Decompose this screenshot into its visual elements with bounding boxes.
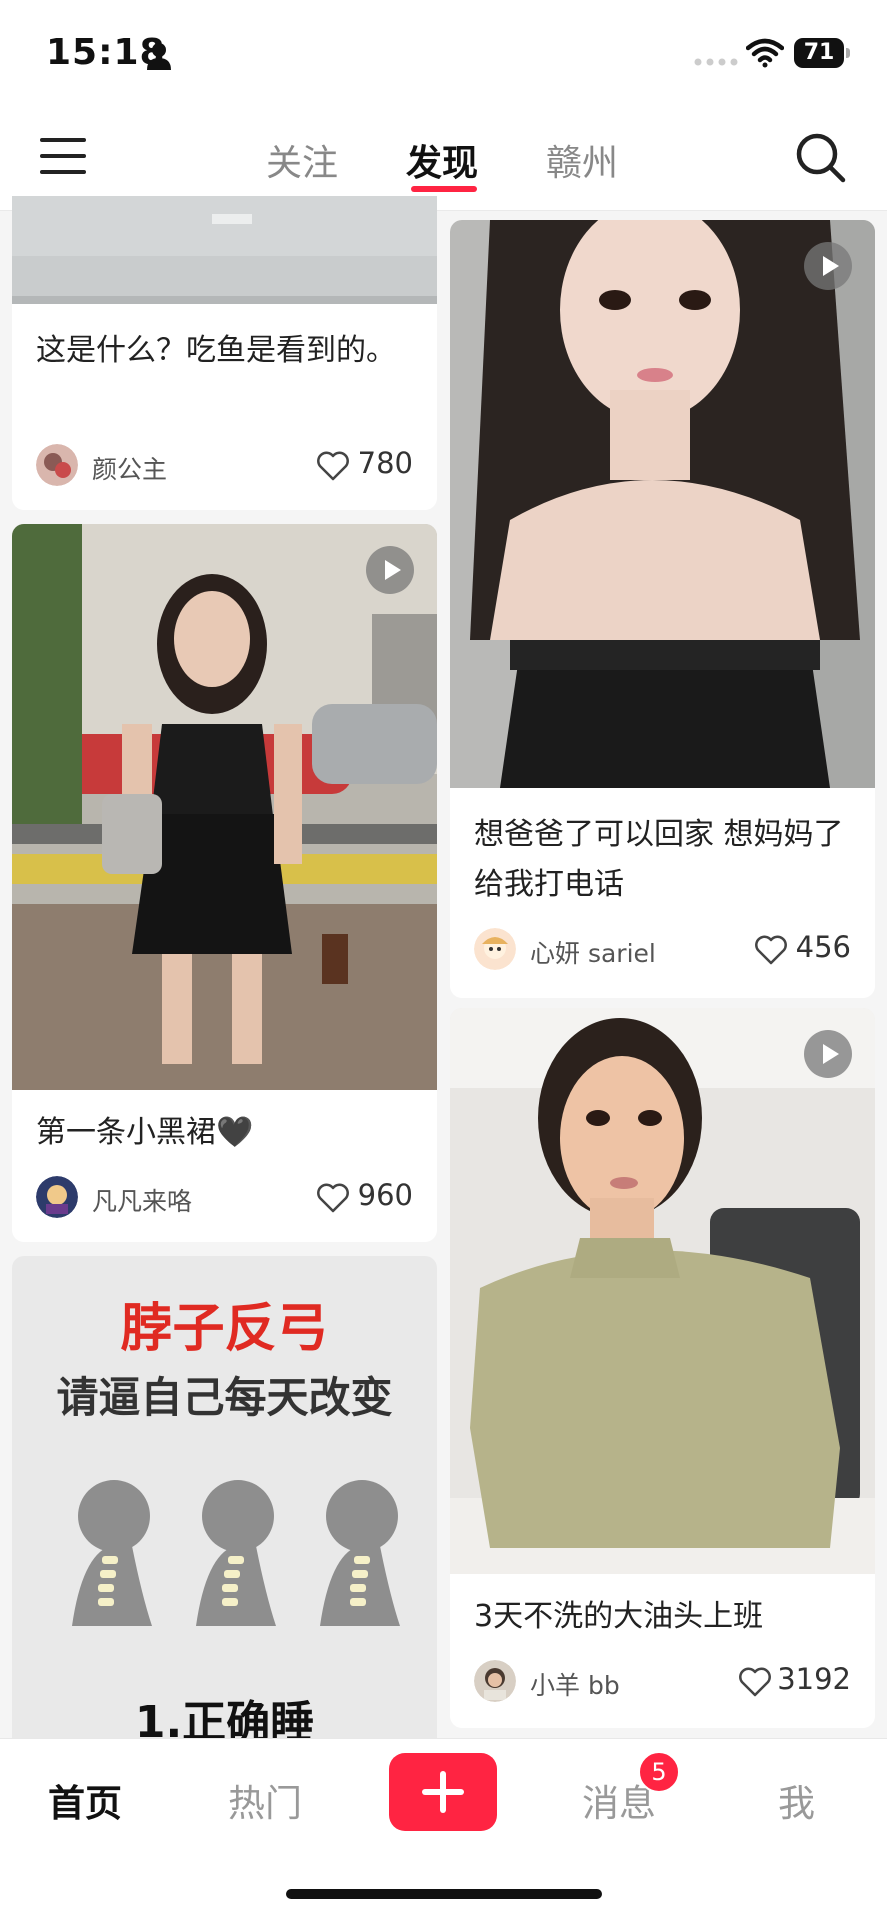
person-icon [147,43,171,70]
feed-card[interactable]: 第一条小黑裙🖤 凡凡来咯 960 [12,524,437,1242]
active-tab-indicator [411,186,477,192]
search-icon[interactable] [795,132,847,184]
like-count: 456 [795,930,851,964]
heart-icon[interactable] [317,451,349,481]
author-name[interactable]: 小羊 bb [530,1666,620,1702]
post-footer: 心妍 sariel 456 [474,928,851,972]
post-title: 3天不洗的大油头上班 [474,1599,764,1634]
create-post-button[interactable] [389,1753,497,1831]
post-title: 这是什么？吃鱼是看到的。 [36,333,396,368]
status-bar: 15:18 71 [0,0,887,110]
image-subheadline: 请逼自己每天改变 [56,1373,393,1422]
feed-card[interactable]: 想爸爸了可以回家 想妈妈了给我打电话 心妍 sariel 456 [450,220,875,998]
wifi-icon [746,38,784,68]
home-indicator [286,1889,602,1899]
battery-tip [846,48,850,58]
post-title: 想爸爸了可以回家 想妈妈了给我打电话 [474,817,844,902]
feed-card[interactable]: 这是什么？吃鱼是看到的。 颜公主 780 [12,196,437,510]
neck-posture-illustration [72,1480,400,1626]
post-footer: 小羊 bb 3192 [474,1660,851,1704]
tab-local[interactable]: 赣州 [546,134,618,186]
avatar[interactable] [474,1660,516,1702]
avatar[interactable] [36,1176,78,1218]
tab-hot[interactable]: 热门 [228,1773,302,1827]
tab-following[interactable]: 关注 [266,134,338,186]
post-title: 第一条小黑裙🖤 [36,1115,254,1150]
tab-home[interactable]: 首页 [48,1773,122,1827]
avatar[interactable] [474,928,516,970]
battery-level: 71 [803,40,835,65]
like-count: 780 [357,446,413,480]
tab-discover[interactable]: 发现 [406,134,478,186]
author-name[interactable]: 凡凡来咯 [92,1182,192,1218]
heart-icon[interactable] [317,1183,349,1213]
author-name[interactable]: 心妍 sariel [530,934,656,970]
post-image [12,196,437,304]
signal-icon [694,58,738,66]
messages-badge: 5 [638,1751,680,1793]
video-play-icon [804,242,852,290]
post-image [450,220,875,788]
feed-card[interactable]: 3天不洗的大油头上班 小羊 bb 3192 [450,1008,875,1728]
author-name[interactable]: 颜公主 [92,450,167,486]
post-footer: 凡凡来咯 960 [36,1176,413,1220]
like-count: 3192 [777,1662,851,1696]
heart-icon[interactable] [755,935,787,965]
image-headline: 脖子反弓 [120,1299,329,1359]
video-play-icon [804,1030,852,1078]
tab-me[interactable]: 我 [778,1773,815,1827]
battery-indicator: 71 [794,38,844,68]
menu-icon[interactable] [40,136,86,176]
post-footer: 颜公主 780 [36,444,413,488]
post-image [12,524,437,1090]
video-play-icon [366,546,414,594]
bottom-tab-bar: 首页 热门 消息 5 我 [0,1738,887,1921]
like-count: 960 [357,1178,413,1212]
avatar[interactable] [36,444,78,486]
heart-icon[interactable] [739,1667,771,1697]
feed-card[interactable]: 脖子反弓 请逼自己每天改变 1.正确睡 [12,1256,437,1776]
post-image [450,1008,875,1574]
